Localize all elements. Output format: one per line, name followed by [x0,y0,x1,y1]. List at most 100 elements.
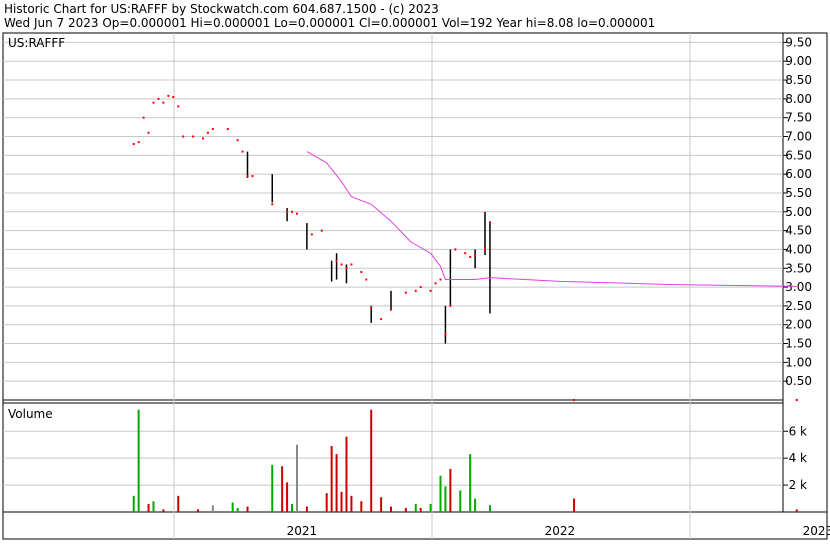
price-dot [147,131,150,134]
volume-bar [152,501,155,512]
price-dot [488,222,491,225]
year-label: 2022 [545,524,576,538]
price-tick-label: 5.50 [785,186,812,200]
price-dot [246,175,249,178]
volume-bar [295,444,298,512]
price-dot [142,116,145,119]
volume-bar [360,501,363,512]
header-quote: Wed Jun 7 2023 Op=0.000001 Hi=0.000001 L… [4,16,655,30]
volume-bar [439,475,442,512]
price-dot [350,263,353,266]
price-range-bars [246,151,491,344]
price-dot [444,333,447,336]
price-tick-label: 2.00 [785,318,812,332]
volume-bar [404,507,407,512]
price-dot [152,101,155,104]
volume-bar [429,503,432,512]
price-tick-label: 3.00 [785,280,812,294]
price-axis-ticks: 0.50 1.00 1.50 2.00 2.50 3.00 3.50 4.00 4.50 5.00… [783,35,812,388]
price-dot [211,127,214,130]
volume-bar [444,486,447,512]
price-dot [201,137,204,140]
volume-bar [236,507,239,512]
price-tick-label: 5.00 [785,205,812,219]
price-dot [295,212,298,215]
price-dot [474,254,477,257]
volume-bar [147,503,150,512]
price-dot [177,105,180,108]
price-dot [360,271,363,274]
volume-bar [350,495,353,512]
price-dot [365,278,368,281]
volume-bar [474,498,477,512]
price-tick-label: 9.00 [785,54,812,68]
price-tick-label: 6.00 [785,167,812,181]
price-dot [157,97,160,100]
volume-bar [286,482,289,512]
price-dot [573,399,576,401]
volume-bar [197,509,200,512]
volume-bar [177,495,180,512]
price-dot [469,255,472,258]
price-dot [182,135,185,138]
price-dot [310,233,313,236]
price-dot [162,101,165,104]
price-dot [454,248,457,251]
year-label: 2021 [287,524,318,538]
price-dot [464,252,467,255]
gridlines [3,33,783,539]
volume-bar [132,495,135,512]
volume-bar [469,454,472,512]
price-tick-label: 0.50 [785,374,812,388]
volume-bar [419,507,422,512]
volume-bar [795,509,798,512]
volume-bar [246,506,249,512]
volume-bar [414,503,417,512]
price-tick-label: 1.50 [785,337,812,351]
volume-bars [132,409,798,512]
price-tick-label: 4.00 [785,242,812,256]
outer-frame [2,32,828,540]
price-dot [419,286,422,289]
price-tick-label: 7.50 [785,111,812,125]
price-dot [251,175,254,178]
price-dots [132,94,798,401]
time-axis-labels: 2021202220232024 [287,524,830,538]
year-label: 2023 [803,524,830,538]
price-dot [286,210,289,213]
price-dot [439,278,442,281]
volume-bar [573,498,576,512]
volume-bar [390,506,393,512]
price-dot [236,139,239,142]
volume-bar [488,505,491,512]
volume-axis-ticks: 2 k 4 k 6 k [783,424,807,492]
price-dot [340,263,343,266]
price-dot [291,210,294,213]
volume-bar [211,505,214,512]
price-dot [390,308,393,311]
price-tick-label: 2.50 [785,299,812,313]
price-dot [484,248,487,251]
volume-pane-label: Volume [8,407,53,421]
price-tick-label: 3.50 [785,261,812,275]
volume-bar [345,436,348,512]
header-title: Historic Chart for US:RAFFF by Stockwatc… [4,2,439,16]
volume-bar [459,490,462,512]
price-dot [335,259,338,262]
chart-canvas: Historic Chart for US:RAFFF by Stockwatc… [2,2,830,540]
volume-tick-label: 6 k [789,424,807,438]
moving-average-line [306,151,797,287]
price-dot [429,289,432,292]
price-tick-label: 8.50 [785,73,812,87]
price-dot [132,143,135,146]
volume-bar [330,446,333,512]
price-dot [414,289,417,292]
volume-bar [281,466,284,512]
price-dot [795,399,798,401]
price-tick-label: 7.00 [785,130,812,144]
volume-bar [137,409,140,512]
price-tick-label: 8.00 [785,92,812,106]
volume-bar [449,468,452,512]
price-dot [370,306,373,309]
price-pane-label: US:RAFFF [8,36,65,50]
